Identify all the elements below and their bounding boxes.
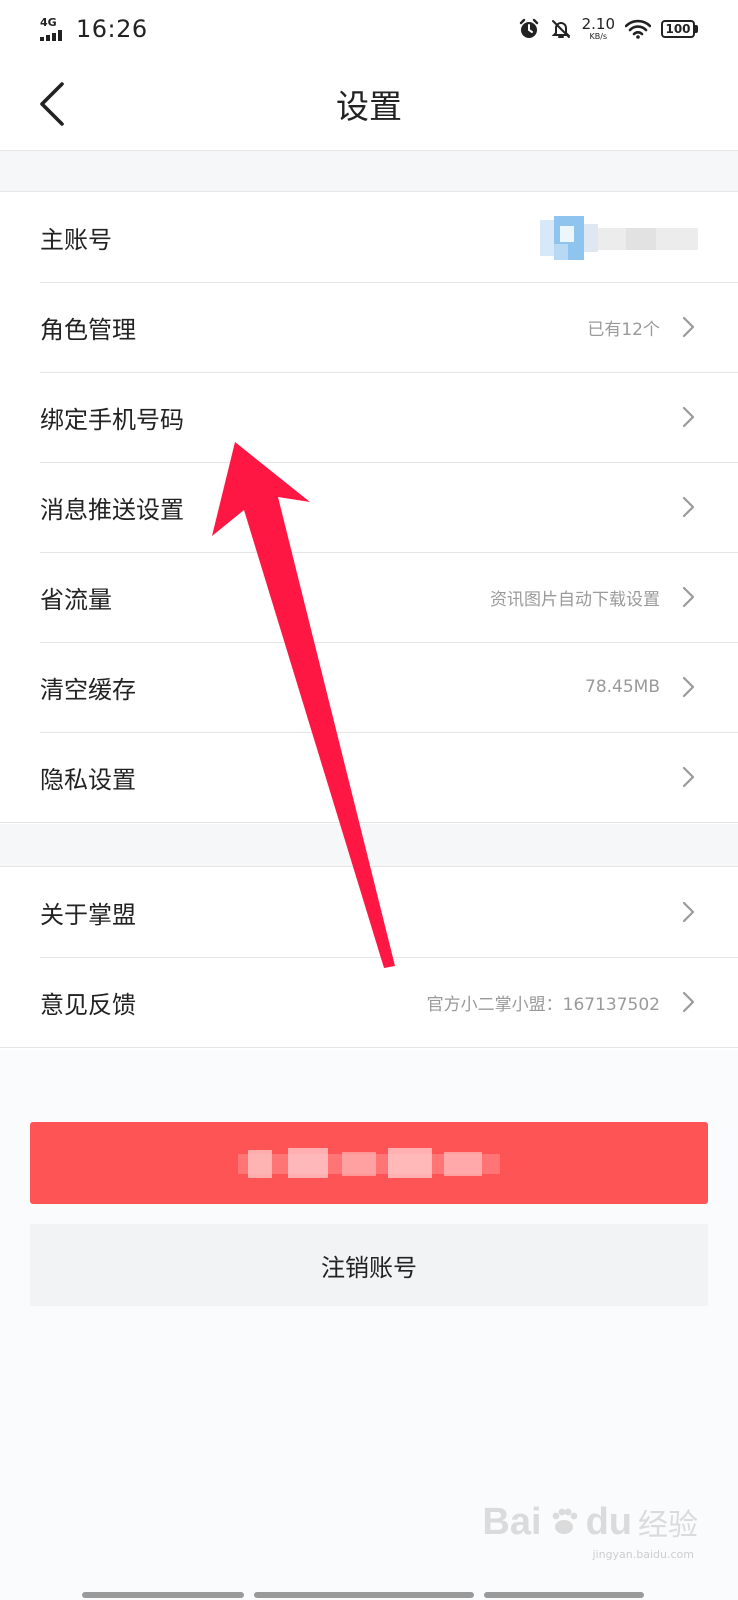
wifi-icon: [625, 19, 651, 39]
nav-bar: 设置: [0, 58, 738, 151]
battery-level: 100: [665, 22, 691, 36]
row-label: 关于掌盟: [40, 900, 136, 929]
row-value: 已有12个: [587, 319, 660, 340]
bell-off-icon: [551, 20, 571, 38]
battery-icon: 100: [661, 20, 698, 38]
chevron-right-icon: [682, 586, 695, 608]
logout-button[interactable]: [30, 1122, 708, 1204]
section-gap: [0, 824, 738, 866]
settings-row-privacy[interactable]: 隐私设置: [0, 732, 738, 822]
status-bar: 4G 16:26 2.10 KB/s 100: [0, 0, 738, 58]
row-value: 78.45MB: [585, 677, 660, 697]
row-label: 角色管理: [40, 315, 136, 344]
settings-row-clear-cache[interactable]: 清空缓存 78.45MB: [0, 642, 738, 732]
chevron-right-icon: [682, 406, 695, 428]
settings-row-bind-phone[interactable]: 绑定手机号码: [0, 372, 738, 462]
chevron-right-icon: [682, 991, 695, 1013]
row-label: 主账号: [40, 225, 112, 254]
settings-group-main: 主账号 角色管理 已有12个 绑定手机号码 消息推送设置 省流量 资讯图片自动下…: [0, 191, 738, 823]
settings-row-about[interactable]: 关于掌盟: [0, 867, 738, 957]
settings-row-role-management[interactable]: 角色管理 已有12个: [0, 282, 738, 372]
chevron-right-icon: [682, 496, 695, 518]
watermark-brand-cn: 经验: [638, 1508, 698, 1543]
row-label: 隐私设置: [40, 765, 136, 794]
account-id-blurred: [540, 216, 698, 260]
settings-row-data-saver[interactable]: 省流量 资讯图片自动下载设置: [0, 552, 738, 642]
paw-icon: [552, 1508, 577, 1534]
chevron-right-icon: [682, 766, 695, 788]
row-label: 省流量: [40, 585, 112, 614]
chevron-right-icon: [682, 676, 695, 698]
alarm-icon: [519, 18, 538, 38]
settings-screen: 4G 16:26 2.10 KB/s 100 设置 主账号 角色管理 已有12个…: [0, 0, 738, 1600]
logout-label-blurred: [238, 1148, 500, 1178]
settings-row-main-account[interactable]: 主账号: [0, 192, 738, 282]
network-type: 4G: [40, 16, 57, 29]
status-time: 16:26: [76, 15, 148, 43]
row-value: 资讯图片自动下载设置: [490, 589, 660, 610]
settings-group-about: 关于掌盟 意见反馈 官方小二掌小盟：167137502: [0, 866, 738, 1048]
back-button[interactable]: [24, 74, 78, 134]
cancel-account-button[interactable]: 注销账号: [30, 1224, 708, 1306]
baidu-jingyan-watermark: Bai du 经验: [482, 1500, 698, 1544]
signal-icon: 4G: [40, 17, 66, 41]
home-indicator: [484, 1592, 644, 1598]
watermark-url: jingyan.baidu.com: [592, 1548, 694, 1561]
section-gap: [0, 151, 738, 191]
watermark-brand-suffix: du: [585, 1500, 632, 1543]
chevron-left-icon: [40, 82, 64, 126]
settings-row-push-notifications[interactable]: 消息推送设置: [0, 462, 738, 552]
network-speed: 2.10 KB/s: [581, 15, 615, 41]
row-label: 消息推送设置: [40, 495, 184, 524]
row-value: 官方小二掌小盟：167137502: [426, 994, 660, 1015]
settings-row-feedback[interactable]: 意见反馈 官方小二掌小盟：167137502: [0, 957, 738, 1047]
page-title: 设置: [336, 87, 402, 126]
watermark-brand: Bai: [482, 1500, 542, 1543]
row-label: 意见反馈: [40, 990, 136, 1019]
row-label: 清空缓存: [40, 675, 136, 704]
chevron-right-icon: [682, 901, 695, 923]
home-indicator: [254, 1592, 474, 1598]
home-indicator: [82, 1592, 244, 1598]
chevron-right-icon: [682, 316, 695, 338]
row-label: 绑定手机号码: [40, 405, 184, 434]
